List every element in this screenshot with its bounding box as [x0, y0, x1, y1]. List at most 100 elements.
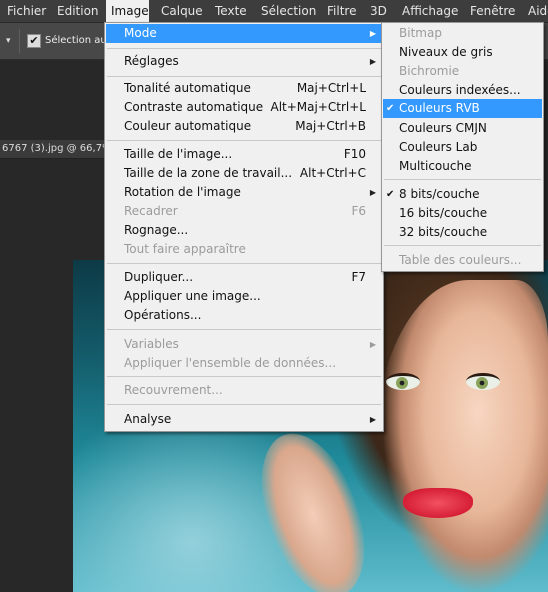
- menu-item-label: Contraste automatique: [124, 100, 264, 114]
- menu-item-label: Niveaux de gris: [399, 45, 493, 59]
- menu-item-recouvrement[interactable]: Recouvrement...: [106, 381, 382, 400]
- menu-item-appliquer-image[interactable]: Appliquer une image...: [106, 287, 382, 306]
- menu-item-shortcut: F6: [351, 204, 366, 218]
- menu-separator: [107, 263, 381, 264]
- submenu-arrow-icon: ▶: [369, 57, 376, 66]
- menu-item-rotation[interactable]: Rotation de l'image ▶: [106, 183, 382, 202]
- menu-item-label: Taille de l'image...: [124, 147, 233, 161]
- menu-item-rognage[interactable]: Rognage...: [106, 221, 382, 240]
- menu-item-label: Appliquer l'ensemble de données...: [124, 356, 337, 370]
- menu-item-taille-zone-travail[interactable]: Taille de la zone de travail... Alt+Ctrl…: [106, 164, 382, 183]
- menu-item-label: 16 bits/couche: [399, 206, 488, 220]
- menu-selection[interactable]: Sélection: [258, 0, 319, 22]
- menu-item-recadrer[interactable]: Recadrer F6: [106, 202, 382, 221]
- menu-filtre[interactable]: Filtre: [324, 0, 359, 22]
- mode-item-multicouche[interactable]: Multicouche: [383, 157, 542, 176]
- submenu-arrow-icon: ▶: [369, 188, 376, 197]
- menu-item-label: Couleurs RVB: [399, 101, 480, 115]
- menu-item-label: Bitmap: [399, 26, 442, 40]
- menu-item-label: Appliquer une image...: [124, 289, 261, 303]
- menu-item-label: Table des couleurs...: [399, 253, 522, 267]
- menu-item-tout-faire-apparaitre[interactable]: Tout faire apparaître: [106, 240, 382, 259]
- menu-item-label: Multicouche: [399, 159, 472, 173]
- menu-separator: [107, 140, 381, 141]
- menu-item-operations[interactable]: Opérations...: [106, 306, 382, 325]
- menu-item-label: 32 bits/couche: [399, 225, 488, 239]
- mode-item-niveaux-de-gris[interactable]: Niveaux de gris: [383, 43, 542, 62]
- menu-separator: [384, 245, 541, 246]
- menu-separator: [384, 179, 541, 180]
- menu-edition[interactable]: Edition: [54, 0, 102, 22]
- menu-item-shortcut: Alt+Maj+Ctrl+L: [270, 100, 367, 114]
- menu-item-contraste-auto[interactable]: Contraste automatique Alt+Maj+Ctrl+L: [106, 98, 382, 117]
- menu-item-label: Opérations...: [124, 308, 202, 322]
- menu-bar: Fichier Edition Image Calque Texte Sélec…: [0, 0, 548, 23]
- auto-select-checkbox[interactable]: ✔: [27, 34, 41, 48]
- checkmark-icon: ✔: [386, 103, 395, 114]
- photo-lips: [403, 488, 473, 518]
- menu-separator: [107, 329, 381, 330]
- menu-item-appliquer-donnees[interactable]: Appliquer l'ensemble de données...: [106, 354, 382, 373]
- mode-item-32-bits[interactable]: 32 bits/couche: [383, 223, 542, 242]
- menu-item-label: Recouvrement...: [124, 383, 223, 397]
- mode-item-16-bits[interactable]: 16 bits/couche: [383, 204, 542, 223]
- menu-fenetre[interactable]: Fenêtre: [467, 0, 518, 22]
- menu-item-label: Rotation de l'image: [124, 185, 241, 199]
- menu-item-tonalite-auto[interactable]: Tonalité automatique Maj+Ctrl+L: [106, 79, 382, 98]
- menu-calque[interactable]: Calque: [158, 0, 206, 22]
- photo-eye-right: [466, 373, 500, 390]
- mode-item-couleurs-lab[interactable]: Couleurs Lab: [383, 138, 542, 157]
- image-menu: Mode ▶ Réglages ▶ Tonalité automatique M…: [104, 22, 384, 432]
- document-tab[interactable]: 6767 (3).jpg @ 66,7%: [0, 140, 112, 159]
- options-separator: [19, 29, 20, 53]
- menu-item-couleur-auto[interactable]: Couleur automatique Maj+Ctrl+B: [106, 117, 382, 136]
- menu-item-label: Dupliquer...: [124, 270, 194, 284]
- mode-item-couleurs-indexees[interactable]: Couleurs indexées...: [383, 81, 542, 100]
- menu-texte[interactable]: Texte: [212, 0, 250, 22]
- menu-item-shortcut: F7: [351, 270, 366, 284]
- menu-item-label: Bichromie: [399, 64, 460, 78]
- menu-item-label: Variables: [124, 337, 179, 351]
- photo-eye-left: [386, 373, 420, 390]
- mode-item-bichromie[interactable]: Bichromie: [383, 62, 542, 81]
- tool-preset-dropdown-icon[interactable]: ▾: [6, 36, 11, 46]
- menu-item-mode[interactable]: Mode ▶: [106, 24, 382, 43]
- menu-item-label: Mode: [124, 26, 157, 40]
- mode-submenu: Bitmap Niveaux de gris Bichromie Couleur…: [381, 22, 544, 272]
- menu-item-label: Couleurs Lab: [399, 140, 478, 154]
- menu-item-label: Couleur automatique: [124, 119, 252, 133]
- submenu-arrow-icon: ▶: [369, 29, 376, 38]
- mode-item-8-bits[interactable]: ✔ 8 bits/couche: [383, 185, 542, 204]
- menu-item-label: Tonalité automatique: [124, 81, 251, 95]
- menu-separator: [107, 376, 381, 377]
- menu-item-reglages[interactable]: Réglages ▶: [106, 52, 382, 71]
- mode-item-table-des-couleurs[interactable]: Table des couleurs...: [383, 251, 542, 270]
- mode-item-couleurs-cmjn[interactable]: Couleurs CMJN: [383, 119, 542, 138]
- menu-item-label: Tout faire apparaître: [124, 242, 246, 256]
- menu-item-shortcut: F10: [343, 147, 366, 161]
- menu-fichier[interactable]: Fichier: [4, 0, 49, 22]
- menu-separator: [107, 404, 381, 405]
- mode-item-couleurs-rvb[interactable]: ✔ Couleurs RVB: [383, 99, 542, 118]
- menu-separator: [107, 76, 381, 77]
- menu-item-label: Analyse: [124, 412, 172, 426]
- menu-item-label: Couleurs indexées...: [399, 83, 521, 97]
- menu-image[interactable]: Image: [106, 0, 149, 22]
- menu-item-analyse[interactable]: Analyse ▶: [106, 410, 382, 429]
- menu-item-shortcut: Maj+Ctrl+L: [296, 81, 366, 95]
- submenu-arrow-icon: ▶: [369, 340, 376, 349]
- menu-item-label: Recadrer: [124, 204, 178, 218]
- menu-item-label: 8 bits/couche: [399, 187, 480, 201]
- menu-3d[interactable]: 3D: [367, 0, 390, 22]
- menu-item-taille-image[interactable]: Taille de l'image... F10: [106, 145, 382, 164]
- mode-item-bitmap[interactable]: Bitmap: [383, 24, 542, 43]
- checkmark-icon: ✔: [386, 189, 395, 200]
- menu-item-label: Couleurs CMJN: [399, 121, 487, 135]
- submenu-arrow-icon: ▶: [369, 415, 376, 424]
- menu-item-shortcut: Alt+Ctrl+C: [299, 166, 366, 180]
- menu-item-shortcut: Maj+Ctrl+B: [295, 119, 366, 133]
- menu-affichage[interactable]: Affichage: [399, 0, 461, 22]
- menu-aide[interactable]: Aide: [525, 0, 548, 22]
- menu-item-variables[interactable]: Variables ▶: [106, 335, 382, 354]
- menu-item-dupliquer[interactable]: Dupliquer... F7: [106, 268, 382, 287]
